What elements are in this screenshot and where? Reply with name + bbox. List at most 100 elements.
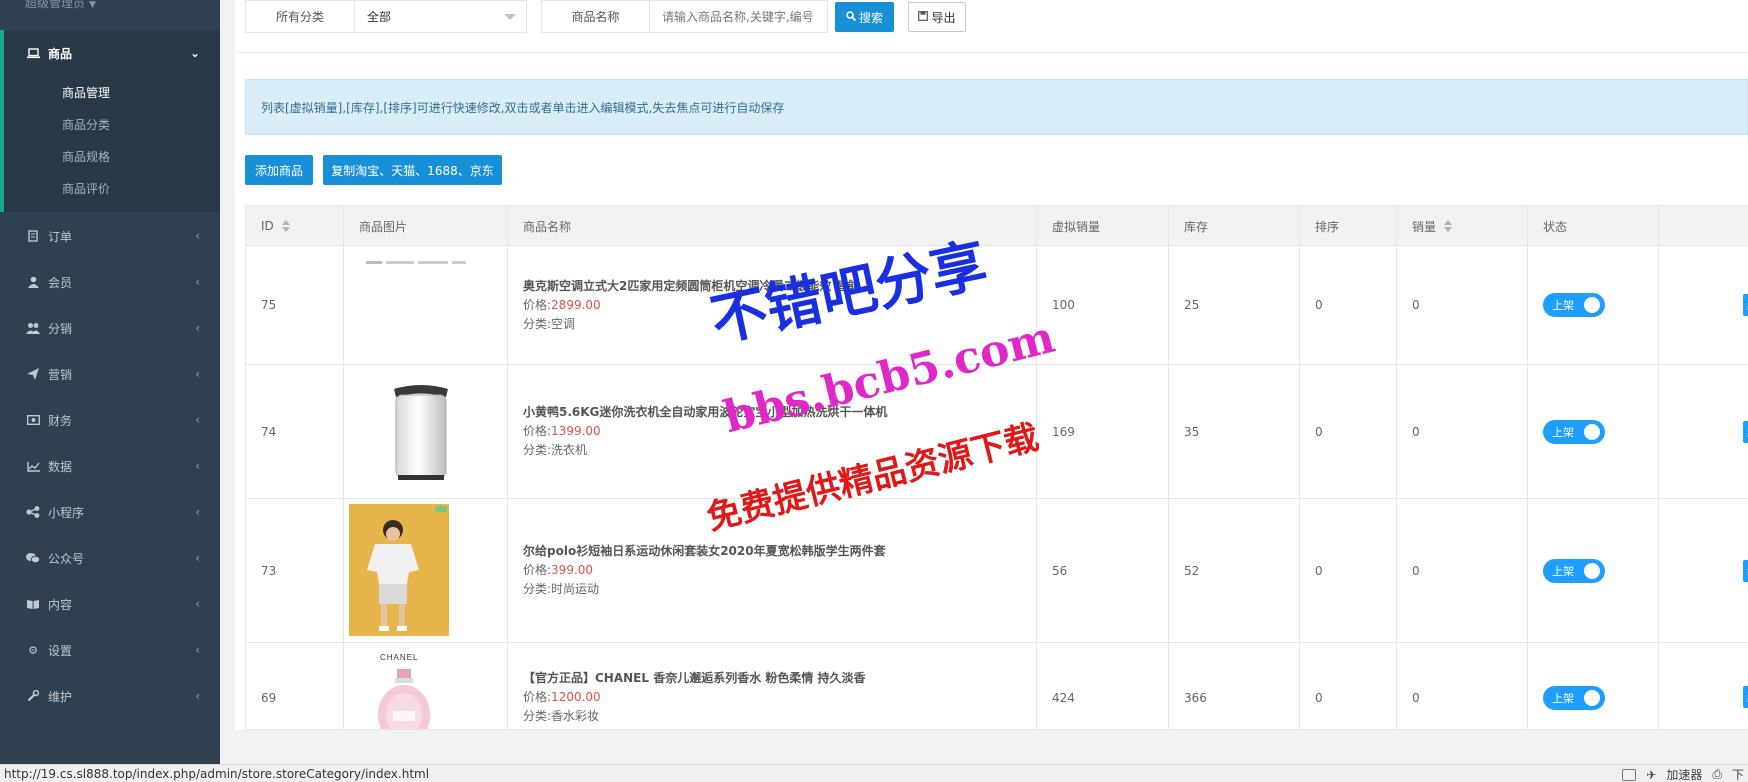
printer-icon[interactable]: ⎙ — [1712, 767, 1722, 782]
add-product-button[interactable]: 添加商品 — [245, 155, 313, 185]
edit-button[interactable]: 编 — [1743, 294, 1748, 316]
product-price: 399.00 — [551, 563, 594, 577]
sidebar-item-members[interactable]: 会员 ‹ — [0, 259, 220, 305]
status-toggle-label: 上架 — [1552, 691, 1574, 705]
col-id-label: ID — [261, 219, 274, 233]
status-toggle[interactable]: 上架 — [1543, 419, 1605, 444]
sort-icon[interactable] — [1444, 219, 1453, 233]
sidebar-item-marketing[interactable]: 营销 ‹ — [0, 351, 220, 397]
cell-stock[interactable]: 52 — [1169, 499, 1300, 642]
table-row: 73 尔给polo衫短袖日系运动休闲套装女2020年夏宽松韩版学生两件套 价格:… — [246, 499, 1748, 643]
col-sales[interactable]: 销量 — [1397, 206, 1528, 246]
status-toggle[interactable]: 上架 — [1543, 685, 1605, 710]
col-virtual-sales: 虚拟销量 — [1037, 206, 1169, 246]
chevron-left-icon: ‹ — [195, 275, 200, 289]
col-id[interactable]: ID — [246, 206, 344, 246]
col-stock-label: 库存 — [1184, 219, 1209, 234]
cell-stock[interactable]: 366 — [1169, 643, 1300, 729]
status-toggle[interactable]: 上架 — [1543, 558, 1605, 583]
cell-virtual-sales[interactable]: 169 — [1037, 365, 1169, 498]
category-label: 分类: — [523, 443, 552, 457]
table-row: 69 CHANEL 【官方正品】CHANEL 香奈儿邂逅系列香水 粉色柔情 持久… — [246, 643, 1748, 729]
perfume-image[interactable]: CHANEL — [366, 651, 466, 729]
copy-product-button[interactable]: 复制淘宝、天猫、1688、京东 — [323, 155, 502, 185]
cell-name: 【官方正品】CHANEL 香奈儿邂逅系列香水 粉色柔情 持久淡香 价格:1200… — [508, 643, 1037, 729]
cell-image: CHANEL — [344, 643, 508, 729]
col-sort: 排序 — [1300, 206, 1397, 246]
status-toggle-label: 上架 — [1552, 425, 1574, 439]
table-header: ID 商品图片 商品名称 虚拟销量 库存 排序 销量 状态 — [246, 206, 1748, 246]
col-virtual-sales-label: 虚拟销量 — [1052, 219, 1101, 234]
cell-stock[interactable]: 35 — [1169, 365, 1300, 498]
cell-stock[interactable]: 25 — [1169, 246, 1300, 364]
name-filter-label: 商品名称 — [542, 1, 650, 32]
status-toggle[interactable]: 上架 — [1543, 293, 1605, 317]
sidebar-item-label: 营销 — [48, 367, 73, 382]
sidebar-item-products[interactable]: 商品 ⌄ — [0, 30, 220, 76]
cell-sort[interactable]: 0 — [1300, 643, 1397, 729]
cell-virtual-sales[interactable]: 100 — [1037, 246, 1169, 364]
price-label: 价格: — [523, 690, 552, 704]
edit-button[interactable]: 编 — [1743, 686, 1748, 708]
export-button[interactable]: 导出 — [908, 2, 966, 32]
file-icon — [26, 229, 40, 243]
search-input[interactable] — [662, 9, 827, 24]
washer-image[interactable] — [366, 375, 476, 487]
edit-button[interactable]: 编 — [1743, 560, 1748, 582]
toggle-knob — [1584, 689, 1600, 706]
toggle-knob — [1584, 423, 1600, 440]
chart-icon — [26, 459, 40, 473]
sidebar-item-settings[interactable]: ⚙ 设置 ‹ — [0, 627, 220, 673]
cell-image — [344, 365, 508, 498]
sidebar-item-finance[interactable]: 财务 ‹ — [0, 397, 220, 443]
clothing-image[interactable] — [349, 504, 449, 636]
sidebar-subitem-product-category[interactable]: 商品分类 — [62, 116, 110, 133]
col-status-label: 状态 — [1543, 219, 1568, 234]
admin-user-menu[interactable]: 超级管理员 ▼ — [25, 0, 96, 11]
sidebar-item-orders[interactable]: 订单 ‹ — [0, 213, 220, 259]
cell-virtual-sales[interactable]: 424 — [1037, 643, 1169, 729]
toggle-knob — [1584, 297, 1600, 313]
cell-sort[interactable]: 0 — [1300, 246, 1397, 364]
chevron-left-icon: ‹ — [195, 597, 200, 611]
cell-id: 74 — [246, 365, 344, 498]
name-filter: 商品名称 — [541, 0, 828, 33]
edit-button[interactable]: 编 — [1743, 421, 1748, 443]
sidebar-subitem-product-manage[interactable]: 商品管理 — [62, 84, 110, 101]
sidebar-item-maintenance[interactable]: 维护 ‹ — [0, 673, 220, 719]
cell-sort[interactable]: 0 — [1300, 499, 1397, 642]
cell-sales: 0 — [1397, 365, 1528, 498]
sidebar-item-label: 订单 — [48, 229, 73, 244]
product-category: 时尚运动 — [551, 582, 600, 596]
col-name: 商品名称 — [508, 206, 1037, 246]
chevron-left-icon: ‹ — [195, 459, 200, 473]
search-button[interactable]: 搜索 — [835, 2, 894, 32]
sort-icon[interactable] — [281, 219, 290, 233]
cell-sales: 0 — [1397, 246, 1528, 364]
laptop-icon — [26, 46, 40, 60]
download-label[interactable]: 下 — [1732, 766, 1744, 782]
cell-status: 上架 — [1528, 365, 1659, 498]
save-icon — [918, 10, 929, 24]
image-icon[interactable] — [1622, 768, 1637, 781]
cell-virtual-sales[interactable]: 56 — [1037, 499, 1169, 642]
sidebar-item-miniprogram[interactable]: 小程序 ‹ — [0, 489, 220, 535]
accelerator-label[interactable]: 加速器 — [1666, 766, 1702, 782]
status-bar-tools: ✈ 加速器 ⎙ 下 — [1622, 766, 1744, 782]
sidebar-item-content[interactable]: 内容 ‹ — [0, 581, 220, 627]
sidebar-item-distribution[interactable]: 分销 ‹ — [0, 305, 220, 351]
sidebar-item-data[interactable]: 数据 ‹ — [0, 443, 220, 489]
sidebar-item-official-account[interactable]: 公众号 ‹ — [0, 535, 220, 581]
sidebar-subitem-product-spec[interactable]: 商品规格 — [62, 148, 110, 165]
cell-sort[interactable]: 0 — [1300, 365, 1397, 498]
sidebar-subitem-product-review[interactable]: 商品评价 — [62, 180, 110, 197]
user-icon — [26, 275, 40, 289]
aircon-image[interactable] — [366, 256, 476, 264]
product-category: 空调 — [551, 316, 576, 331]
product-name: 尔给polo衫短袖日系运动休闲套装女2020年夏宽松韩版学生两件套 — [523, 544, 886, 558]
category-label: 分类: — [523, 582, 552, 596]
cell-image — [344, 499, 508, 642]
category-select[interactable]: 全部 — [355, 1, 526, 32]
name-filter-value — [650, 1, 827, 32]
rocket-icon[interactable]: ✈ — [1646, 768, 1656, 782]
